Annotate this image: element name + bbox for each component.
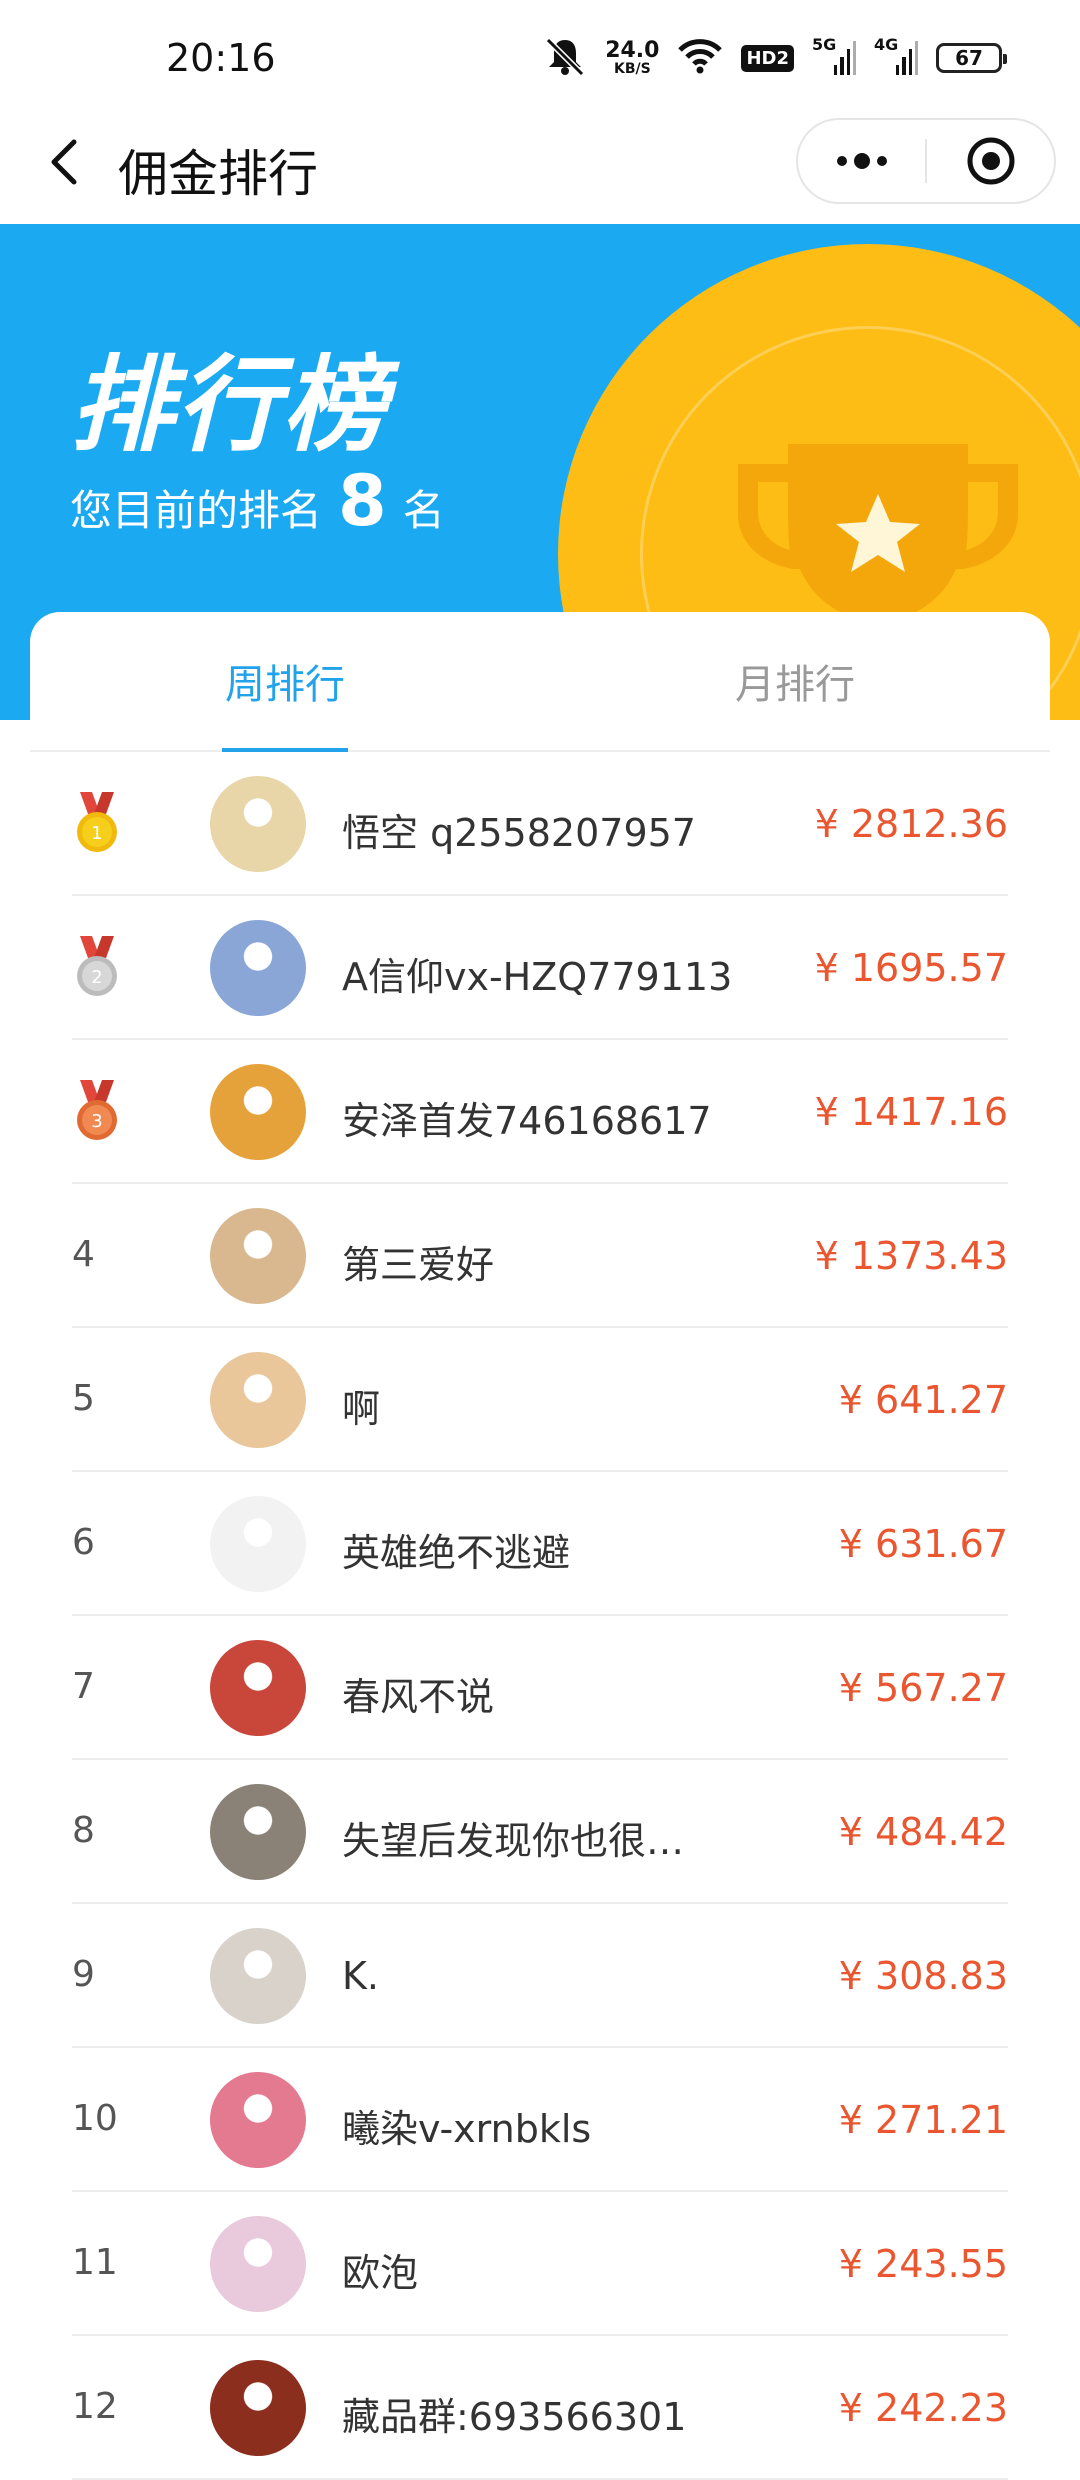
status-bar: 20:16 24.0 KB/S HD2 5G 4G 67 — [0, 0, 1080, 110]
banner-title: 排行榜 — [70, 344, 389, 466]
avatar[interactable] — [210, 2216, 306, 2312]
ranking-row[interactable]: 12 藏品群:693566301 ¥ 242.23 — [72, 2336, 1008, 2480]
more-dots-icon — [836, 153, 887, 169]
avatar[interactable] — [210, 2072, 306, 2168]
avatar[interactable] — [210, 920, 306, 1016]
tab-monthly[interactable]: 月排行 — [540, 612, 1050, 750]
user-name: 英雄绝不逃避 — [342, 1531, 571, 1575]
medal-rank-number: 1 — [91, 823, 102, 844]
avatar[interactable] — [210, 776, 306, 872]
signal-5g-label: 5G — [812, 35, 837, 54]
commission-amount: ¥ 242.23 — [838, 2386, 1008, 2430]
mini-program-capsule — [796, 118, 1056, 204]
ranking-row[interactable]: 9 K. ¥ 308.83 — [72, 1904, 1008, 2048]
commission-amount: ¥ 1695.57 — [814, 946, 1008, 990]
ranking-row[interactable]: 5 啊 ¥ 641.27 — [72, 1328, 1008, 1472]
rank-number: 11 — [72, 2242, 118, 2283]
user-name: 第三爱好 — [342, 1243, 495, 1287]
ranking-row[interactable]: 7 春风不说 ¥ 567.27 — [72, 1616, 1008, 1760]
avatar[interactable] — [210, 1928, 306, 2024]
user-name: K. — [342, 1954, 379, 1998]
silver-medal-icon: 2 — [77, 936, 117, 996]
my-rank: 您目前的排名 8 名 — [70, 460, 445, 542]
page-title: 佣金排行 — [118, 145, 318, 203]
ranking-card: 周排行 月排行 1 悟空 q2558207957 ¥ 2812.36 2 A信仰vx-H… — [30, 612, 1050, 2480]
my-rank-suffix: 名 — [402, 486, 445, 535]
ranking-row[interactable]: 3 安泽首发746168617 ¥ 1417.16 — [72, 1040, 1008, 1184]
user-name: 春风不说 — [342, 1675, 495, 1719]
user-name: 啊 — [342, 1387, 381, 1431]
target-icon — [967, 137, 1014, 185]
gold-medal-icon: 1 — [77, 792, 117, 852]
close-mini-program-button[interactable] — [927, 120, 1054, 202]
rank-number: 6 — [72, 1522, 95, 1563]
commission-amount: ¥ 1373.43 — [814, 1234, 1008, 1278]
commission-amount: ¥ 1417.16 — [814, 1090, 1008, 1134]
commission-amount: ¥ 484.42 — [838, 1810, 1008, 1854]
medal-rank-number: 3 — [91, 1111, 102, 1132]
commission-amount: ¥ 308.83 — [838, 1954, 1008, 1998]
commission-amount: ¥ 2812.36 — [814, 802, 1008, 846]
user-name: 藏品群:693566301 — [342, 2395, 687, 2439]
avatar[interactable] — [210, 1064, 306, 1160]
battery-icon: 67 — [936, 43, 1007, 73]
rank-number: 8 — [72, 1810, 95, 1851]
commission-amount: ¥ 567.27 — [838, 1666, 1008, 1710]
ranking-tabs: 周排行 月排行 — [30, 612, 1050, 752]
ranking-row[interactable]: 10 曦染v-xrnbkls ¥ 271.21 — [72, 2048, 1008, 2192]
user-name: 曦染v-xrnbkls — [342, 2107, 592, 2151]
wifi-icon — [677, 38, 723, 78]
nav-bar: 佣金排行 — [0, 110, 1080, 224]
ranking-row[interactable]: 1 悟空 q2558207957 ¥ 2812.36 — [72, 752, 1008, 896]
tab-weekly[interactable]: 周排行 — [30, 612, 540, 752]
more-button[interactable] — [798, 120, 925, 202]
rank-number: 7 — [72, 1666, 95, 1707]
avatar[interactable] — [210, 2360, 306, 2456]
rank-number: 4 — [72, 1234, 95, 1275]
medal-rank-number: 2 — [91, 967, 102, 988]
user-name: 欧泡 — [342, 2251, 419, 2295]
bronze-medal-icon: 3 — [77, 1080, 117, 1140]
user-name: 安泽首发746168617 — [342, 1099, 712, 1143]
ranking-row[interactable]: 6 英雄绝不逃避 ¥ 631.67 — [72, 1472, 1008, 1616]
my-rank-value: 8 — [338, 460, 387, 542]
avatar[interactable] — [210, 1208, 306, 1304]
back-icon[interactable] — [38, 132, 98, 192]
ranking-list: 1 悟空 q2558207957 ¥ 2812.36 2 A信仰vx-HZQ779113… — [72, 752, 1008, 2480]
ranking-row[interactable]: 2 A信仰vx-HZQ779113 ¥ 1695.57 — [72, 896, 1008, 1040]
ranking-row[interactable]: 4 第三爱好 ¥ 1373.43 — [72, 1184, 1008, 1328]
battery-level: 67 — [955, 46, 983, 70]
status-icons: 24.0 KB/S HD2 5G 4G 67 — [543, 35, 1007, 80]
user-name: 失望后发现你也很… — [342, 1819, 685, 1863]
hd-badge: HD2 — [741, 44, 794, 72]
commission-amount: ¥ 631.67 — [838, 1522, 1008, 1566]
rank-number: 9 — [72, 1954, 95, 1995]
net-speed: 24.0 KB/S — [605, 38, 660, 77]
avatar[interactable] — [210, 1784, 306, 1880]
rank-number: 10 — [72, 2098, 118, 2139]
ranking-row[interactable]: 8 失望后发现你也很… ¥ 484.42 — [72, 1760, 1008, 1904]
user-name: 悟空 q2558207957 — [342, 811, 696, 855]
my-rank-prefix: 您目前的排名 — [70, 486, 323, 535]
rank-number: 5 — [72, 1378, 95, 1419]
status-time: 20:16 — [166, 36, 276, 80]
avatar[interactable] — [210, 1640, 306, 1736]
net-speed-unit: KB/S — [613, 61, 651, 77]
avatar[interactable] — [210, 1352, 306, 1448]
avatar[interactable] — [210, 1496, 306, 1592]
signal-5g-icon: 5G — [812, 35, 856, 75]
signal-4g-label: 4G — [874, 35, 899, 54]
rank-number: 12 — [72, 2386, 118, 2427]
signal-4g-icon: 4G — [874, 35, 918, 75]
net-speed-value: 24.0 — [605, 38, 660, 63]
commission-amount: ¥ 641.27 — [838, 1378, 1008, 1422]
user-name: A信仰vx-HZQ779113 — [342, 955, 733, 999]
ranking-row[interactable]: 11 欧泡 ¥ 243.55 — [72, 2192, 1008, 2336]
commission-amount: ¥ 243.55 — [838, 2242, 1008, 2286]
commission-amount: ¥ 271.21 — [838, 2098, 1008, 2142]
mute-bell-icon — [543, 36, 587, 80]
